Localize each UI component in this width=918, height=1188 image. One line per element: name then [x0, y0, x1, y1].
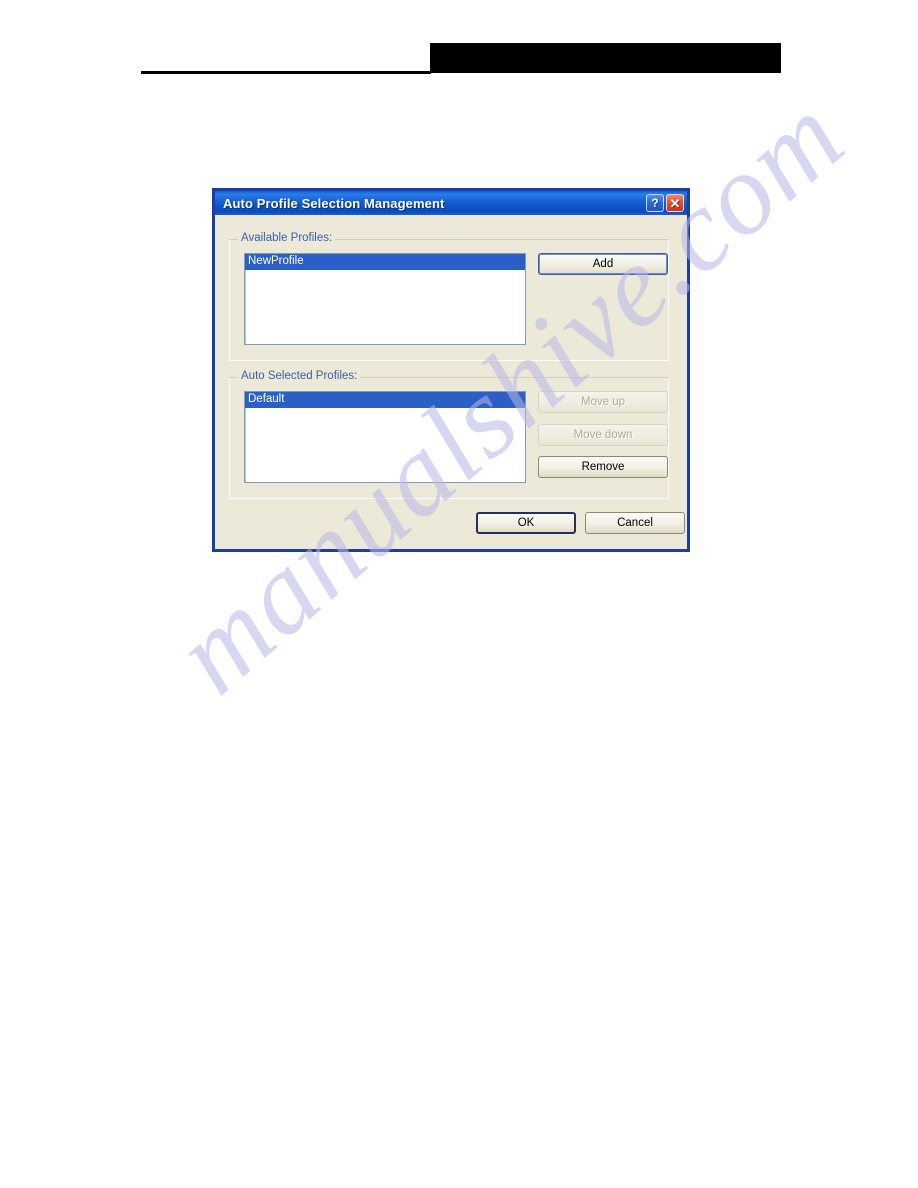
list-item[interactable]: Default [245, 392, 525, 408]
dialog-body: Available Profiles: NewProfile Add Auto … [215, 215, 687, 549]
add-button[interactable]: Add [538, 253, 668, 275]
remove-button[interactable]: Remove [538, 456, 668, 478]
watermark-overlay: manualshive.com [0, 0, 918, 1188]
cancel-button[interactable]: Cancel [585, 512, 685, 534]
redacted-header-bar [430, 43, 781, 73]
auto-selected-profiles-list[interactable]: Default [244, 391, 526, 483]
available-profiles-list[interactable]: NewProfile [244, 253, 526, 345]
help-icon[interactable]: ? [646, 194, 664, 212]
close-button[interactable]: ✕ [666, 194, 684, 212]
move-up-button[interactable]: Move up [538, 391, 668, 413]
auto-selected-profiles-label: Auto Selected Profiles: [238, 370, 361, 382]
auto-profile-selection-management-dialog: Auto Profile Selection Management ? ✕ Av… [212, 188, 690, 552]
ok-button[interactable]: OK [476, 512, 576, 534]
close-icon: ✕ [669, 195, 681, 211]
list-item[interactable]: NewProfile [245, 254, 525, 270]
dialog-titlebar[interactable]: Auto Profile Selection Management ? ✕ [215, 191, 687, 215]
titlebar-button-group: ? ✕ [646, 194, 684, 212]
move-down-button[interactable]: Move down [538, 424, 668, 446]
header-divider-rule [141, 71, 431, 74]
page-header [0, 0, 918, 110]
dialog-title: Auto Profile Selection Management [223, 195, 445, 211]
available-profiles-label: Available Profiles: [238, 232, 336, 244]
